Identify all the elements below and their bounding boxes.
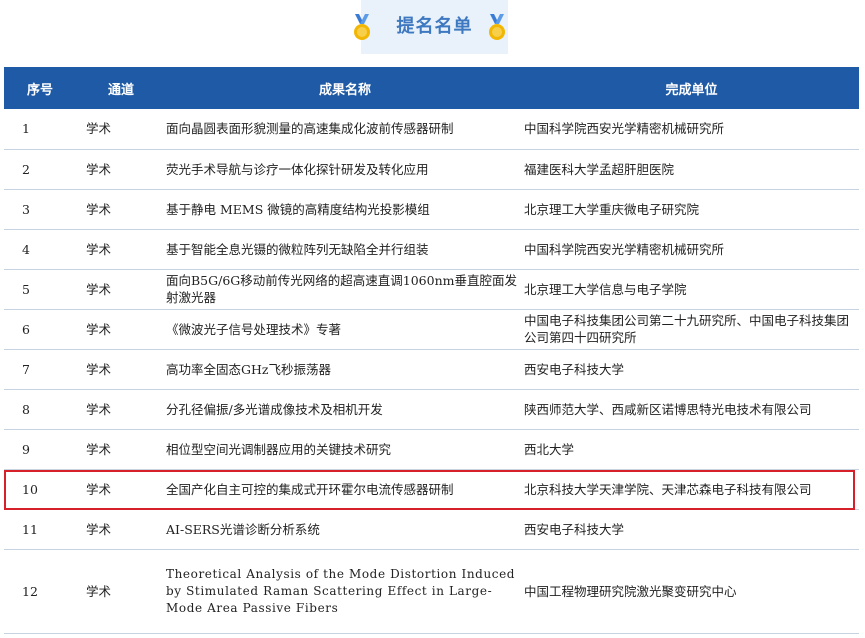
cell-unit: 西北大学 — [524, 429, 859, 470]
table-row-highlighted: 10 学术 全国产化自主可控的集成式开环霍尔电流传感器研制 北京科技大学天津学院… — [4, 469, 859, 510]
cell-name: 面向B5G/6G移动前传光网络的超高速直调1060nm垂直腔面发射激光器 — [166, 269, 524, 310]
cell-unit: 西安电子科技大学 — [524, 509, 859, 550]
cell-index: 2 — [4, 149, 76, 190]
cell-track: 学术 — [76, 549, 166, 634]
cell-unit: 中国科学院西安光学精密机械研究所 — [524, 229, 859, 270]
cell-track: 学术 — [76, 469, 166, 510]
table-row: 1 学术 面向晶圆表面形貌测量的高速集成化波前传感器研制 中国科学院西安光学精密… — [4, 109, 859, 150]
table-row: 2 学术 荧光手术导航与诊疗一体化探针研发及转化应用 福建医科大学孟超肝胆医院 — [4, 149, 859, 190]
cell-name: 面向晶圆表面形貌测量的高速集成化波前传感器研制 — [166, 109, 524, 150]
cell-index: 9 — [4, 429, 76, 470]
header-index: 序号 — [4, 67, 76, 109]
cell-track: 学术 — [76, 109, 166, 150]
table-header-row: 序号 通道 成果名称 完成单位 — [4, 67, 859, 109]
cell-index: 6 — [4, 309, 76, 350]
table-row: 9 学术 相位型空间光调制器应用的关键技术研究 西北大学 — [4, 429, 859, 470]
cell-track: 学术 — [76, 229, 166, 270]
cell-name: 荧光手术导航与诊疗一体化探针研发及转化应用 — [166, 149, 524, 190]
cell-track: 学术 — [76, 309, 166, 350]
cell-index: 3 — [4, 189, 76, 230]
cell-unit: 北京理工大学重庆微电子研究院 — [524, 189, 859, 230]
cell-index: 8 — [4, 389, 76, 430]
cell-index: 5 — [4, 269, 76, 310]
cell-name: Theoretical Analysis of the Mode Distort… — [166, 549, 524, 634]
cell-unit: 北京科技大学天津学院、天津芯森电子科技有限公司 — [524, 469, 859, 510]
cell-index: 10 — [4, 469, 76, 510]
cell-name: 相位型空间光调制器应用的关键技术研究 — [166, 429, 524, 470]
cell-track: 学术 — [76, 189, 166, 230]
header-name: 成果名称 — [166, 67, 524, 109]
cell-track: 学术 — [76, 149, 166, 190]
cell-track: 学术 — [76, 429, 166, 470]
header-track: 通道 — [76, 67, 166, 109]
cell-unit: 中国科学院西安光学精密机械研究所 — [524, 109, 859, 150]
nomination-table: 序号 通道 成果名称 完成单位 1 学术 面向晶圆表面形貌测量的高速集成化波前传… — [4, 67, 859, 634]
cell-index: 4 — [4, 229, 76, 270]
cell-track: 学术 — [76, 389, 166, 430]
cell-unit: 福建医科大学孟超肝胆医院 — [524, 149, 859, 190]
cell-index: 1 — [4, 109, 76, 150]
cell-index: 7 — [4, 349, 76, 390]
cell-name: 高功率全固态GHz飞秒振荡器 — [166, 349, 524, 390]
table-row: 8 学术 分孔径偏振/多光谱成像技术及相机开发 陕西师范大学、西咸新区诺博思特光… — [4, 389, 859, 430]
cell-index: 12 — [4, 549, 76, 634]
table-row: 3 学术 基于静电 MEMS 微镜的高精度结构光投影模组 北京理工大学重庆微电子… — [4, 189, 859, 230]
table-row: 6 学术 《微波光子信号处理技术》专著 中国电子科技集团公司第二十九研究所、中国… — [4, 309, 859, 350]
medal-icon — [489, 14, 505, 40]
cell-unit: 中国工程物理研究院激光聚变研究中心 — [524, 549, 859, 634]
cell-unit: 西安电子科技大学 — [524, 349, 859, 390]
cell-name: 基于智能全息光镊的微粒阵列无缺陷全并行组装 — [166, 229, 524, 270]
cell-unit: 北京理工大学信息与电子学院 — [524, 269, 859, 310]
cell-track: 学术 — [76, 509, 166, 550]
table-row: 4 学术 基于智能全息光镊的微粒阵列无缺陷全并行组装 中国科学院西安光学精密机械… — [4, 229, 859, 270]
cell-track: 学术 — [76, 349, 166, 390]
cell-name: 全国产化自主可控的集成式开环霍尔电流传感器研制 — [166, 469, 524, 510]
table-row: 12 学术 Theoretical Analysis of the Mode D… — [4, 549, 859, 634]
table-row: 7 学术 高功率全固态GHz飞秒振荡器 西安电子科技大学 — [4, 349, 859, 390]
cell-unit: 中国电子科技集团公司第二十九研究所、中国电子科技集团公司第四十四研究所 — [524, 309, 859, 350]
table-row: 5 学术 面向B5G/6G移动前传光网络的超高速直调1060nm垂直腔面发射激光… — [4, 269, 859, 310]
cell-name: 分孔径偏振/多光谱成像技术及相机开发 — [166, 389, 524, 430]
header-unit: 完成单位 — [524, 67, 859, 109]
table-row: 11 学术 AI-SERS光谱诊断分析系统 西安电子科技大学 — [4, 509, 859, 550]
cell-name: AI-SERS光谱诊断分析系统 — [166, 509, 524, 550]
cell-name: 基于静电 MEMS 微镜的高精度结构光投影模组 — [166, 189, 524, 230]
cell-name: 《微波光子信号处理技术》专著 — [166, 309, 524, 350]
cell-unit: 陕西师范大学、西咸新区诺博思特光电技术有限公司 — [524, 389, 859, 430]
cell-index: 11 — [4, 509, 76, 550]
cell-track: 学术 — [76, 269, 166, 310]
